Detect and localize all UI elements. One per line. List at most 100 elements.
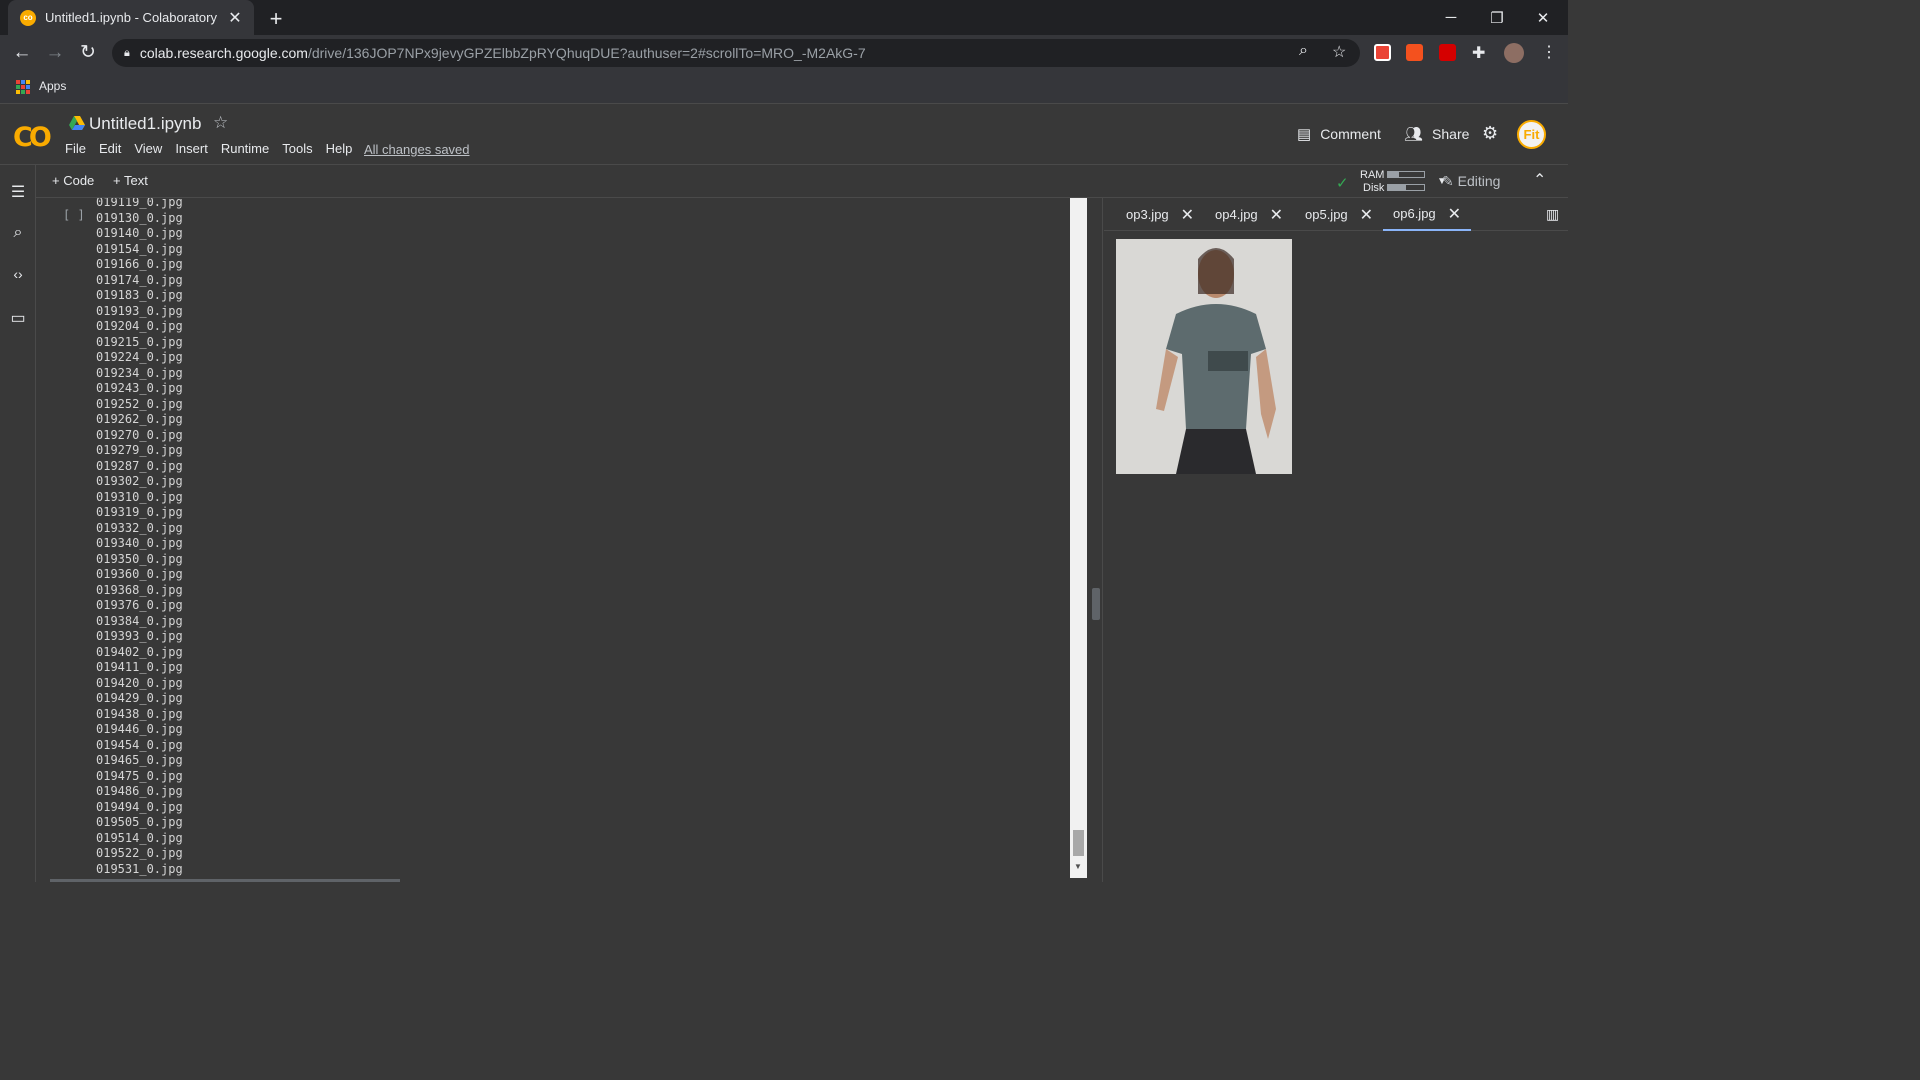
divider-grip[interactable] <box>1092 588 1100 620</box>
output-line: 019446_0.jpg <box>96 722 183 736</box>
search-icon[interactable]: ⌕ <box>8 224 28 244</box>
account-avatar[interactable]: Fit <box>1517 120 1546 149</box>
star-icon[interactable]: ☆ <box>213 113 228 133</box>
output-line: 019174_0.jpg <box>96 272 183 287</box>
output-line: 019340_0.jpg <box>96 536 183 550</box>
output-line: 019514_0.jpg <box>96 830 183 845</box>
file-tab-label: op6.jpg <box>1393 206 1436 221</box>
image-preview <box>1116 239 1292 474</box>
close-tab-icon[interactable]: ✕ <box>1448 204 1461 224</box>
output-line: 019393_0.jpg <box>96 629 183 643</box>
new-tab-icon[interactable]: + <box>265 6 287 32</box>
disk-bar <box>1387 184 1425 191</box>
restore-icon[interactable]: ❐ <box>1474 0 1520 35</box>
browser-toolbar: ← → ↻ 🔒︎ colab.research.google.com/drive… <box>0 35 1568 71</box>
cell-output: 019119_0.jpg 019130_0.jpg 019140_0.jpg 0191… <box>96 198 183 877</box>
colab-favicon-icon: co <box>20 9 36 26</box>
file-tab-op4[interactable]: op4.jpg ✕ <box>1215 198 1283 231</box>
table-of-contents-icon[interactable]: ☰ <box>8 182 28 202</box>
collapse-header-icon[interactable]: ⌃ <box>1533 170 1546 190</box>
close-tab-icon[interactable]: ✕ <box>1270 205 1283 225</box>
output-line: 019270_0.jpg <box>96 427 183 442</box>
output-line: 019360_0.jpg <box>96 567 183 581</box>
scrollbar-thumb[interactable] <box>1073 830 1084 856</box>
colab-logo[interactable]: CO <box>13 122 52 153</box>
menu-edit[interactable]: Edit <box>99 141 121 156</box>
editing-mode-button[interactable]: ✎ Editing <box>1442 173 1500 190</box>
output-line: 019420_0.jpg <box>96 675 183 690</box>
ram-disk-indicator[interactable]: ✓ RAM Disk ▼ <box>1332 169 1450 195</box>
menu-file[interactable]: File <box>65 141 86 156</box>
bookmarks-bar: Apps <box>0 71 1568 104</box>
output-line: 019183_0.jpg <box>96 288 183 302</box>
output-line: 019486_0.jpg <box>96 784 183 798</box>
split-view-icon[interactable]: ▥ <box>1546 206 1559 223</box>
bookmark-star-icon[interactable]: ☆ <box>1332 42 1346 62</box>
zoom-icon[interactable]: ⌕ <box>1299 42 1308 60</box>
menu-view[interactable]: View <box>134 141 162 156</box>
window-close-icon[interactable]: ✕ <box>1520 0 1566 35</box>
output-line: 019368_0.jpg <box>96 582 183 597</box>
settings-gear-icon[interactable]: ⚙ <box>1482 123 1498 144</box>
close-tab-icon[interactable]: ✕ <box>1360 205 1373 225</box>
output-line: 019166_0.jpg <box>96 257 183 271</box>
extension-orange-icon[interactable] <box>1406 44 1423 61</box>
output-line: 019411_0.jpg <box>96 660 183 674</box>
output-line: 019429_0.jpg <box>96 691 183 705</box>
output-line: 019130_0.jpg <box>96 210 183 225</box>
extension-red-icon[interactable] <box>1439 44 1456 61</box>
close-tab-icon[interactable]: ✕ <box>1181 205 1194 225</box>
horizontal-scrollbar[interactable] <box>50 879 400 882</box>
comment-button[interactable]: ▤ Comment <box>1297 125 1381 143</box>
output-line: 019384_0.jpg <box>96 613 183 628</box>
output-line: 019319_0.jpg <box>96 505 183 519</box>
panel-divider[interactable] <box>1087 198 1103 882</box>
address-bar[interactable]: 🔒︎ colab.research.google.com/drive/136JO… <box>112 39 1360 67</box>
output-line: 019505_0.jpg <box>96 815 183 829</box>
minimize-icon[interactable]: ─ <box>1428 0 1474 35</box>
scroll-down-arrow-icon[interactable]: ▼ <box>1074 862 1082 871</box>
file-tab-label: op4.jpg <box>1215 207 1258 222</box>
extensions-puzzle-icon[interactable]: ✚ <box>1472 43 1485 63</box>
add-code-button[interactable]: + Code <box>52 173 94 188</box>
files-folder-icon[interactable]: ▭ <box>8 308 28 328</box>
menu-insert[interactable]: Insert <box>175 141 208 156</box>
browser-tab[interactable]: co Untitled1.ipynb - Colaboratory ✕ <box>8 0 254 35</box>
reload-icon[interactable]: ↻ <box>76 41 100 65</box>
profile-avatar-icon[interactable] <box>1504 43 1524 63</box>
back-icon[interactable]: ← <box>10 41 34 65</box>
file-tab-op5[interactable]: op5.jpg ✕ <box>1305 198 1373 231</box>
connected-check-icon: ✓ <box>1336 175 1349 192</box>
browser-tab-title: Untitled1.ipynb - Colaboratory <box>45 10 217 25</box>
menu-runtime[interactable]: Runtime <box>221 141 269 156</box>
output-line: 019402_0.jpg <box>96 644 183 659</box>
notebook-title[interactable]: Untitled1.ipynb <box>89 114 201 134</box>
menu-help[interactable]: Help <box>326 141 353 156</box>
apps-bookmark[interactable]: Apps <box>39 79 66 93</box>
menu-tools[interactable]: Tools <box>282 141 312 156</box>
output-line: 019215_0.jpg <box>96 334 183 349</box>
file-tab-op3[interactable]: op3.jpg ✕ <box>1126 198 1194 231</box>
output-line: 019332_0.jpg <box>96 520 183 535</box>
close-tab-icon[interactable]: ✕ <box>226 8 244 28</box>
browser-menu-icon[interactable]: ⋮ <box>1541 42 1557 62</box>
ram-bar <box>1387 171 1425 178</box>
code-snippets-icon[interactable]: ‹› <box>8 266 28 286</box>
share-button[interactable]: 👥︎ Share <box>1404 125 1469 143</box>
output-line: 019302_0.jpg <box>96 474 183 488</box>
ram-fill <box>1388 172 1399 177</box>
add-text-button[interactable]: + Text <box>113 173 148 188</box>
notebook-toolbar: + Code + Text ✓ RAM Disk ▼ ✎ Editing ⌃ <box>36 165 1568 198</box>
file-tab-op6[interactable]: op6.jpg ✕ <box>1383 198 1472 231</box>
notebook-cell[interactable]: [ ] 019119_0.jpg 019130_0.jpg 019140_0.jpg… <box>36 198 1070 882</box>
lock-icon: 🔒︎ <box>124 46 130 59</box>
forward-icon[interactable]: → <box>43 41 67 65</box>
output-line: 019287_0.jpg <box>96 458 183 473</box>
pencil-icon: ✎ <box>1442 173 1454 189</box>
extension-pocket-icon[interactable] <box>1374 44 1391 61</box>
cell-run-bracket[interactable]: [ ] <box>63 208 85 222</box>
output-line: 019454_0.jpg <box>96 737 183 752</box>
apps-grid-icon[interactable] <box>16 80 30 94</box>
output-scrollbar[interactable]: ▼ <box>1070 198 1087 878</box>
save-status[interactable]: All changes saved <box>364 142 470 157</box>
